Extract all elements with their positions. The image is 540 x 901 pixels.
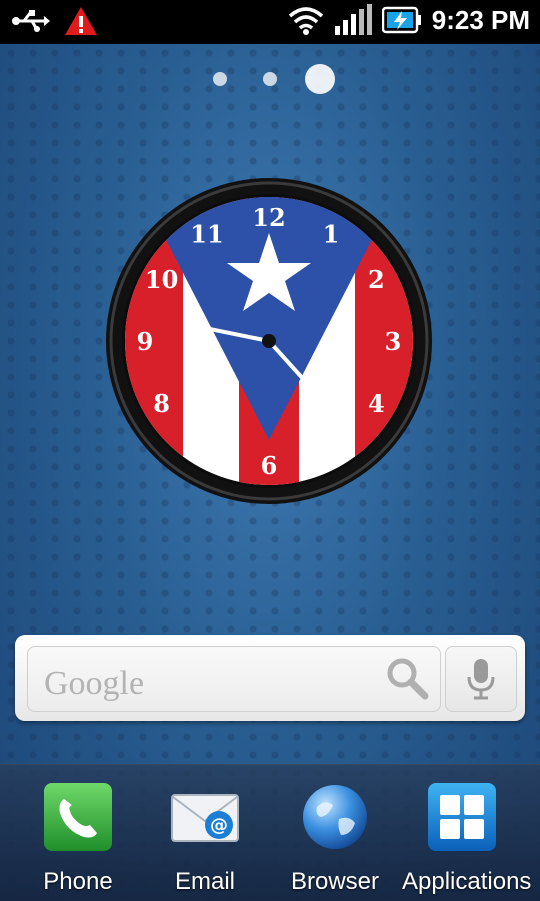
clock-center-pin — [262, 334, 276, 348]
clock-numeral: 9 — [137, 327, 154, 356]
clock-face: 12 12 3 45 6 78 9 10 11 — [106, 178, 432, 504]
clock-numeral: 11 — [190, 220, 223, 249]
app-dock: Phone @ Email Browser Applications — [0, 764, 540, 901]
dock-item-applications[interactable]: Applications — [402, 781, 532, 896]
dock-label: Browser — [290, 868, 380, 895]
phone-icon — [44, 783, 112, 851]
status-time: 9:23 PM — [431, 4, 530, 35]
browser-icon — [303, 785, 367, 849]
search-placeholder: Google — [44, 665, 145, 702]
clock-numeral: 4 — [368, 389, 385, 418]
notification-icons — [10, 6, 98, 36]
page-dot[interactable] — [213, 72, 227, 86]
clock-numeral: 6 — [261, 451, 278, 480]
battery-icon — [381, 6, 421, 34]
dock-label: Email — [174, 868, 235, 895]
clock-numeral: 10 — [145, 265, 178, 294]
svg-text:@: @ — [210, 815, 228, 836]
dock-item-email[interactable]: @ Email — [145, 781, 265, 896]
usb-icon — [12, 10, 50, 32]
system-icons: 9:23 PM — [288, 4, 530, 36]
clock-numeral: 3 — [385, 327, 402, 356]
status-bar: 9:23 PM — [0, 0, 540, 44]
search-input[interactable]: Google — [27, 646, 441, 712]
clock-numeral: 5 — [323, 434, 340, 463]
dock-label: Applications — [402, 868, 532, 895]
page-dot-active[interactable] — [305, 64, 335, 94]
signal-icon — [334, 4, 372, 35]
dock-label: Phone — [43, 868, 113, 895]
search-icon[interactable] — [384, 655, 430, 701]
voice-search-button[interactable] — [445, 646, 517, 712]
google-search-widget: Google — [15, 635, 525, 721]
dock-item-browser[interactable]: Browser — [275, 781, 395, 896]
clock-numeral: 7 — [199, 434, 216, 463]
page-dot[interactable] — [263, 72, 277, 86]
warning-icon — [65, 7, 97, 35]
home-page-indicator — [0, 64, 540, 96]
applications-icon — [428, 783, 496, 851]
clock-numeral: 12 — [252, 203, 285, 232]
email-icon: @ — [171, 794, 239, 842]
dock-item-phone[interactable]: Phone — [18, 781, 138, 896]
wifi-icon — [288, 7, 323, 35]
flag-clock-widget[interactable]: 12 1 2 3 4 5 6 7 8 9 10 11 — [103, 175, 435, 507]
microphone-icon — [467, 659, 495, 700]
clock-numeral: 1 — [323, 220, 340, 249]
clock-numeral: 2 — [368, 265, 385, 294]
clock-numeral: 8 — [153, 389, 170, 418]
